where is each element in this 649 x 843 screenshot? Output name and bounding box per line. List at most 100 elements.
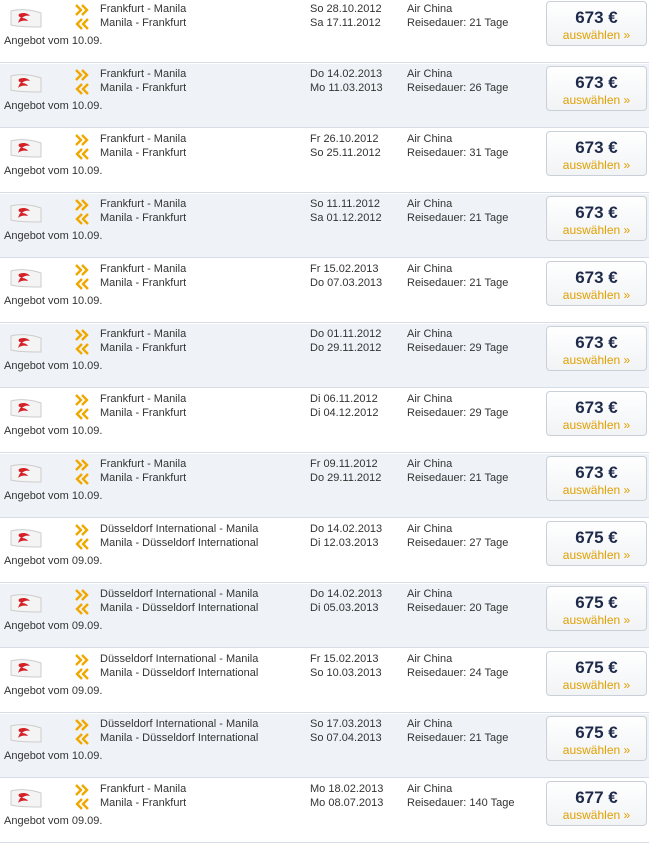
trip-duration: Reisedauer: 21 Tage — [407, 472, 509, 484]
airline-name: Air China — [407, 393, 453, 405]
select-offer-button[interactable]: 673 € auswählen » — [546, 261, 647, 306]
return-route: Manila - Düsseldorf International — [100, 667, 259, 679]
airline-name: Air China — [407, 523, 453, 535]
select-offer-button[interactable]: 675 € auswählen » — [546, 586, 647, 631]
outbound-date: Do 14.02.2013 — [310, 588, 383, 600]
double-chevron-left-icon — [74, 18, 90, 30]
select-offer-button[interactable]: 673 € auswählen » — [546, 131, 647, 176]
offer-price: 673 € — [575, 463, 618, 482]
airline-name: Air China — [407, 68, 453, 80]
offer-date: Angebot vom 09.09. — [4, 815, 103, 827]
outbound-route: Frankfurt - Manila — [100, 458, 187, 470]
select-offer-button[interactable]: 673 € auswählen » — [546, 391, 647, 436]
air-china-logo-icon — [10, 135, 42, 159]
trip-duration: Reisedauer: 21 Tage — [407, 212, 509, 224]
return-route: Manila - Frankfurt — [100, 277, 187, 289]
select-label: auswählen » — [562, 613, 631, 627]
return-route: Manila - Frankfurt — [100, 212, 187, 224]
select-offer-button[interactable]: 673 € auswählen » — [546, 326, 647, 371]
outbound-date: Fr 09.11.2012 — [310, 458, 378, 470]
select-label: auswählen » — [562, 418, 631, 432]
outbound-route: Frankfurt - Manila — [100, 68, 187, 80]
select-label: auswählen » — [562, 223, 631, 237]
double-chevron-right-icon — [74, 784, 90, 796]
offer-price: 675 € — [575, 593, 618, 612]
offer-date: Angebot vom 10.09. — [4, 230, 103, 242]
air-china-logo-icon — [10, 525, 42, 549]
return-route: Manila - Düsseldorf International — [100, 537, 259, 549]
return-date: So 25.11.2012 — [310, 147, 381, 159]
outbound-route: Düsseldorf International - Manila — [100, 588, 259, 600]
air-china-logo-icon — [10, 5, 42, 29]
airline-name: Air China — [407, 328, 453, 340]
return-date: Do 29.11.2012 — [310, 472, 382, 484]
outbound-route: Frankfurt - Manila — [100, 328, 187, 340]
select-offer-button[interactable]: 673 € auswählen » — [546, 196, 647, 241]
offer-date: Angebot vom 09.09. — [4, 555, 103, 567]
outbound-route: Frankfurt - Manila — [100, 783, 187, 795]
select-offer-button[interactable]: 675 € auswählen » — [546, 521, 647, 566]
offer-row: Frankfurt - Manila Manila - Frankfurt So… — [0, 0, 649, 63]
outbound-date: Mo 18.02.2013 — [310, 783, 384, 795]
select-label: auswählen » — [562, 28, 631, 42]
offer-date: Angebot vom 10.09. — [4, 750, 103, 762]
select-offer-button[interactable]: 675 € auswählen » — [546, 651, 647, 696]
offer-date: Angebot vom 09.09. — [4, 685, 103, 697]
offer-price: 675 € — [575, 723, 618, 742]
offer-price: 673 € — [575, 203, 618, 222]
offer-row: Frankfurt - Manila Manila - Frankfurt Mo… — [0, 779, 649, 843]
airline-name: Air China — [407, 458, 453, 470]
return-route: Manila - Frankfurt — [100, 147, 187, 159]
trip-duration: Reisedauer: 29 Tage — [407, 342, 509, 354]
select-offer-button[interactable]: 673 € auswählen » — [546, 1, 647, 46]
double-chevron-left-icon — [74, 668, 90, 680]
select-label: auswählen » — [562, 288, 631, 302]
offer-date: Angebot vom 10.09. — [4, 425, 103, 437]
double-chevron-right-icon — [74, 199, 90, 211]
select-offer-button[interactable]: 675 € auswählen » — [546, 716, 647, 761]
return-date: So 10.03.2013 — [310, 667, 382, 679]
select-offer-button[interactable]: 673 € auswählen » — [546, 66, 647, 111]
return-date: Sa 17.11.2012 — [310, 17, 381, 29]
offer-price: 673 € — [575, 268, 618, 287]
air-china-logo-icon — [10, 460, 42, 484]
offer-price: 677 € — [575, 788, 618, 807]
offer-row: Düsseldorf International - Manila Manila… — [0, 714, 649, 778]
outbound-route: Frankfurt - Manila — [100, 263, 187, 275]
return-date: Do 29.11.2012 — [310, 342, 382, 354]
select-offer-button[interactable]: 673 € auswählen » — [546, 456, 647, 501]
double-chevron-left-icon — [74, 733, 90, 745]
offer-date: Angebot vom 10.09. — [4, 35, 103, 47]
double-chevron-left-icon — [74, 538, 90, 550]
airline-name: Air China — [407, 718, 453, 730]
offer-row: Frankfurt - Manila Manila - Frankfurt Fr… — [0, 259, 649, 323]
offer-price: 673 € — [575, 333, 618, 352]
trip-duration: Reisedauer: 27 Tage — [407, 537, 509, 549]
double-chevron-left-icon — [74, 278, 90, 290]
trip-duration: Reisedauer: 31 Tage — [407, 147, 509, 159]
trip-duration: Reisedauer: 24 Tage — [407, 667, 509, 679]
double-chevron-left-icon — [74, 408, 90, 420]
double-chevron-left-icon — [74, 798, 90, 810]
outbound-route: Frankfurt - Manila — [100, 393, 187, 405]
outbound-route: Frankfurt - Manila — [100, 133, 187, 145]
outbound-date: Do 01.11.2012 — [310, 328, 382, 340]
outbound-date: So 17.03.2013 — [310, 718, 382, 730]
air-china-logo-icon — [10, 330, 42, 354]
air-china-logo-icon — [10, 590, 42, 614]
outbound-date: Di 06.11.2012 — [310, 393, 378, 405]
double-chevron-left-icon — [74, 603, 90, 615]
trip-duration: Reisedauer: 21 Tage — [407, 732, 509, 744]
offer-price: 673 € — [575, 73, 618, 92]
outbound-route: Frankfurt - Manila — [100, 3, 187, 15]
select-offer-button[interactable]: 677 € auswählen » — [546, 781, 647, 826]
select-label: auswählen » — [562, 678, 631, 692]
return-route: Manila - Frankfurt — [100, 82, 187, 94]
return-route: Manila - Frankfurt — [100, 472, 187, 484]
outbound-date: Fr 15.02.2013 — [310, 263, 379, 275]
select-label: auswählen » — [562, 548, 631, 562]
trip-duration: Reisedauer: 21 Tage — [407, 277, 509, 289]
outbound-date: Fr 26.10.2012 — [310, 133, 379, 145]
outbound-date: So 11.11.2012 — [310, 198, 380, 210]
airline-name: Air China — [407, 653, 453, 665]
